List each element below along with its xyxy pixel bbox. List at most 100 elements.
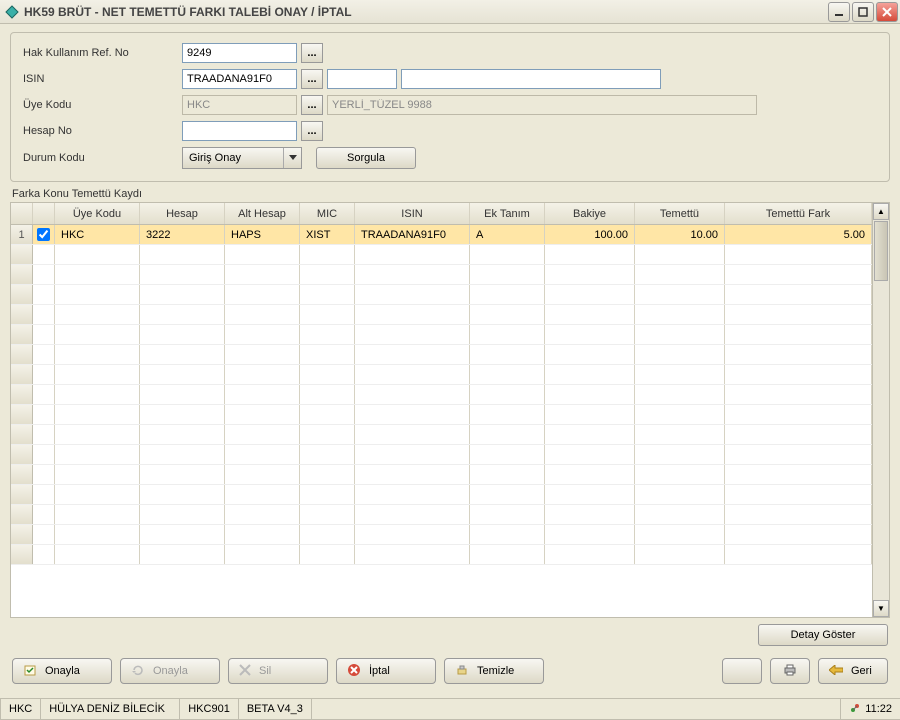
row-number bbox=[11, 405, 33, 424]
cell-empty bbox=[55, 485, 140, 504]
cell-empty bbox=[635, 445, 725, 464]
lookup-uye-kodu[interactable]: ... bbox=[301, 95, 323, 115]
input-isin-extra2[interactable] bbox=[401, 69, 661, 89]
table-row-empty bbox=[11, 305, 872, 325]
cell-empty bbox=[635, 505, 725, 524]
header-uye-kodu[interactable]: Üye Kodu bbox=[55, 203, 140, 224]
cell-empty bbox=[225, 285, 300, 304]
printer-icon bbox=[783, 663, 797, 680]
minimize-button[interactable] bbox=[828, 2, 850, 22]
cell-empty bbox=[545, 425, 635, 444]
input-isin[interactable] bbox=[182, 69, 297, 89]
cell-empty bbox=[545, 445, 635, 464]
row-number bbox=[11, 385, 33, 404]
scroll-thumb[interactable] bbox=[874, 221, 888, 281]
cell-empty bbox=[635, 425, 725, 444]
cancel-icon bbox=[347, 663, 361, 680]
cell-empty bbox=[470, 485, 545, 504]
cell-empty bbox=[225, 365, 300, 384]
cell-empty bbox=[355, 545, 470, 564]
header-isin[interactable]: ISIN bbox=[355, 203, 470, 224]
row-checkbox-cell bbox=[33, 385, 55, 404]
row-checkbox-cell bbox=[33, 465, 55, 484]
cell-empty bbox=[470, 285, 545, 304]
header-mic[interactable]: MIC bbox=[300, 203, 355, 224]
lookup-isin[interactable]: ... bbox=[301, 69, 323, 89]
cell-empty bbox=[635, 265, 725, 284]
geri-button[interactable]: Geri bbox=[818, 658, 888, 684]
header-bakiye[interactable]: Bakiye bbox=[545, 203, 635, 224]
row-checkbox-cell[interactable] bbox=[33, 225, 55, 244]
header-temettu[interactable]: Temettü bbox=[635, 203, 725, 224]
cell-empty bbox=[55, 365, 140, 384]
combo-durum-kodu[interactable]: Giriş Onay bbox=[182, 147, 302, 169]
cell-empty bbox=[140, 545, 225, 564]
row-number bbox=[11, 505, 33, 524]
header-hesap[interactable]: Hesap bbox=[140, 203, 225, 224]
lookup-ref-no[interactable]: ... bbox=[301, 43, 323, 63]
cell-empty bbox=[725, 285, 872, 304]
input-isin-extra1[interactable] bbox=[327, 69, 397, 89]
cell-empty bbox=[225, 525, 300, 544]
row-number bbox=[11, 365, 33, 384]
row-number bbox=[11, 485, 33, 504]
detay-goster-button[interactable]: Detay Göster bbox=[758, 624, 888, 646]
cell-empty bbox=[140, 365, 225, 384]
cell-empty bbox=[725, 385, 872, 404]
cell-empty bbox=[55, 525, 140, 544]
label-isin: ISIN bbox=[23, 73, 178, 85]
table-row[interactable]: 1 HKC 3222 HAPS XIST TRAADANA91F0 A 100.… bbox=[11, 225, 872, 245]
cell-empty bbox=[355, 385, 470, 404]
temizle-button[interactable]: Temizle bbox=[444, 658, 544, 684]
row-number bbox=[11, 305, 33, 324]
scroll-up-button[interactable]: ▲ bbox=[873, 203, 889, 220]
header-temettu-fark[interactable]: Temettü Fark bbox=[725, 203, 872, 224]
cell-empty bbox=[355, 465, 470, 484]
cell-empty bbox=[225, 425, 300, 444]
close-button[interactable] bbox=[876, 2, 898, 22]
table-row-empty bbox=[11, 505, 872, 525]
cell-empty bbox=[140, 385, 225, 404]
sorgula-button[interactable]: Sorgula bbox=[316, 147, 416, 169]
cell-empty bbox=[725, 485, 872, 504]
clear-icon bbox=[455, 663, 469, 680]
cell-empty bbox=[140, 325, 225, 344]
cell-empty bbox=[355, 345, 470, 364]
cell-empty bbox=[140, 465, 225, 484]
cell-empty bbox=[300, 485, 355, 504]
print-button[interactable] bbox=[770, 658, 810, 684]
cell-empty bbox=[55, 465, 140, 484]
input-hesap-no[interactable] bbox=[182, 121, 297, 141]
cell-empty bbox=[355, 405, 470, 424]
scroll-track[interactable] bbox=[873, 282, 889, 600]
iptal-button[interactable]: İptal bbox=[336, 658, 436, 684]
row-checkbox[interactable] bbox=[37, 228, 50, 241]
header-alt-hesap[interactable]: Alt Hesap bbox=[225, 203, 300, 224]
blank-button[interactable] bbox=[722, 658, 762, 684]
onayla-button[interactable]: Onayla bbox=[12, 658, 112, 684]
cell-empty bbox=[725, 245, 872, 264]
label-ref-no: Hak Kullanım Ref. No bbox=[23, 47, 178, 59]
cell-empty bbox=[545, 245, 635, 264]
window-title: HK59 BRÜT - NET TEMETTÜ FARKI TALEBİ ONA… bbox=[24, 5, 828, 19]
cell-empty bbox=[470, 445, 545, 464]
cell-empty bbox=[725, 325, 872, 344]
cell-empty bbox=[725, 525, 872, 544]
maximize-button[interactable] bbox=[852, 2, 874, 22]
cell-empty bbox=[225, 545, 300, 564]
input-ref-no[interactable] bbox=[182, 43, 297, 63]
data-grid: Üye Kodu Hesap Alt Hesap MIC ISIN Ek Tan… bbox=[11, 203, 872, 617]
scroll-down-button[interactable]: ▼ bbox=[873, 600, 889, 617]
cell-empty bbox=[225, 325, 300, 344]
table-row-empty bbox=[11, 465, 872, 485]
lookup-hesap-no[interactable]: ... bbox=[301, 121, 323, 141]
grid-section: Farka Konu Temettü Kaydı Üye Kodu Hesap … bbox=[10, 188, 890, 648]
grid-legend: Farka Konu Temettü Kaydı bbox=[10, 188, 890, 200]
header-ek-tanim[interactable]: Ek Tanım bbox=[470, 203, 545, 224]
cell-empty bbox=[470, 265, 545, 284]
cell-empty bbox=[355, 525, 470, 544]
app-icon bbox=[4, 4, 20, 20]
vertical-scrollbar[interactable]: ▲ ▼ bbox=[872, 203, 889, 617]
cell-temettu-fark: 5.00 bbox=[725, 225, 872, 244]
cell-empty bbox=[140, 405, 225, 424]
